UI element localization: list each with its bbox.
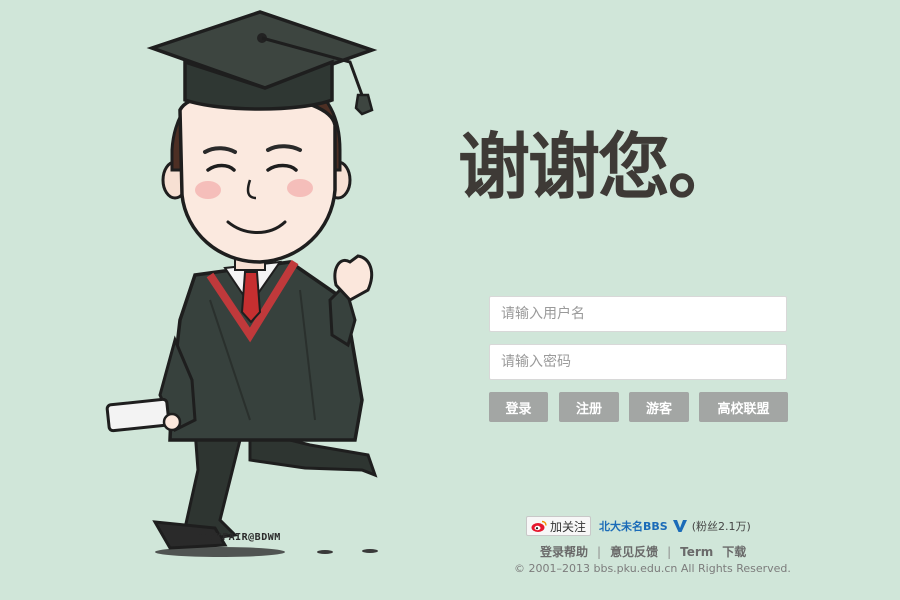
- username-input[interactable]: [489, 296, 787, 332]
- login-help-link[interactable]: 登录帮助: [540, 543, 588, 560]
- login-button[interactable]: 登录: [489, 392, 548, 422]
- feedback-link[interactable]: 意见反馈: [610, 543, 658, 560]
- register-button[interactable]: 注册: [559, 392, 619, 422]
- artist-signature: ZACKFAIR@BDWM: [196, 532, 281, 543]
- alliance-button[interactable]: 高校联盟: [699, 392, 788, 422]
- download-link[interactable]: 下载: [722, 543, 746, 560]
- fans-count: (粉丝2.1万): [691, 520, 751, 533]
- footer-links: 登录帮助 | 意见反馈 | Term 下载: [540, 543, 746, 560]
- link-divider: |: [597, 544, 602, 559]
- follow-label: 加关注: [550, 519, 587, 534]
- term-link[interactable]: Term: [680, 545, 713, 559]
- thank-you-heading: 谢谢您。: [458, 125, 740, 209]
- weibo-account-link[interactable]: 北大未名BBS: [599, 518, 668, 534]
- guest-button[interactable]: 游客: [629, 392, 689, 422]
- graduate-illustration: [105, 10, 378, 557]
- weibo-follow-row: 加关注 北大未名BBS (粉丝2.1万): [526, 515, 751, 537]
- weibo-icon: [531, 520, 547, 532]
- link-divider: |: [667, 544, 672, 559]
- copyright-text: © 2001–2013 bbs.pku.edu.cn All Rights Re…: [514, 562, 791, 575]
- verified-icon: [672, 519, 688, 533]
- password-input[interactable]: [489, 344, 787, 380]
- weibo-follow-button[interactable]: 加关注: [526, 516, 592, 536]
